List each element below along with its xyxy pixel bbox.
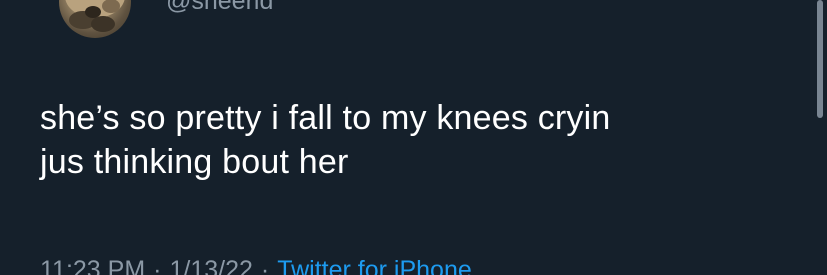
tweet-text: she’s so pretty i fall to my knees cryin… [40,96,780,184]
tweet-metadata: 11:23 PM · 1/13/22 · Twitter for iPhone [40,255,472,275]
avatar-photo-icon [65,0,125,32]
tweet-source-link[interactable]: Twitter for iPhone [277,256,472,275]
tweet-detail-view: @sheerid she’s so pretty i fall to my kn… [0,0,827,275]
user-handle[interactable]: @sheerid [166,0,273,16]
meta-separator: · [260,256,270,275]
tweet-time[interactable]: 11:23 PM [40,256,145,275]
tweet-text-line: she’s so pretty i fall to my knees cryin [40,99,611,137]
avatar[interactable] [59,0,131,38]
meta-separator: · [153,256,162,275]
tweet-date[interactable]: 1/13/22 [169,256,252,275]
scrollbar-thumb[interactable] [817,0,823,118]
tweet-text-line: jus thinking bout her [40,143,349,181]
